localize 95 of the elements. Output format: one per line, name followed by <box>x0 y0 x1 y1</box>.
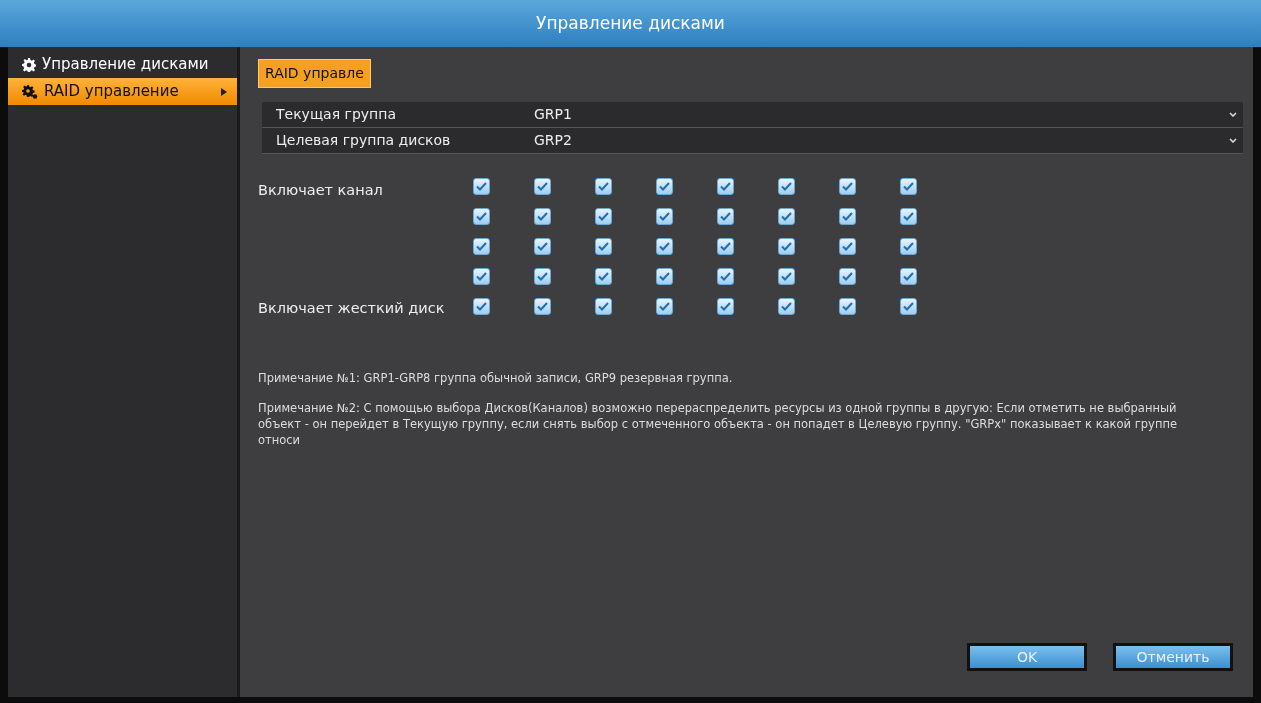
checkmark-icon <box>842 242 853 251</box>
checkbox[interactable] <box>656 178 673 195</box>
checkmark-icon <box>903 242 914 251</box>
checkmark-icon <box>781 272 792 281</box>
checkbox[interactable] <box>595 178 612 195</box>
note-text: Примечание №1: GRP1-GRP8 группа обычной записи, GRP9 резервная группа. <box>258 370 734 386</box>
checkbox[interactable] <box>900 208 917 225</box>
checkmark-icon <box>537 302 548 311</box>
checkbox[interactable] <box>839 298 856 315</box>
checkbox[interactable] <box>534 208 551 225</box>
checkmark-icon <box>903 302 914 311</box>
checkbox[interactable] <box>656 268 673 285</box>
window-title: Управление дисками <box>0 0 1261 47</box>
gear-icon <box>22 57 36 72</box>
gear-icon <box>22 84 38 99</box>
checkbox[interactable] <box>534 238 551 255</box>
checkbox[interactable] <box>839 238 856 255</box>
checkmark-icon <box>720 302 731 311</box>
checkmark-icon <box>476 272 487 281</box>
checkmark-icon <box>659 182 670 191</box>
checkmark-icon <box>537 242 548 251</box>
checkbox[interactable] <box>900 238 917 255</box>
checkbox[interactable] <box>717 268 734 285</box>
checkbox[interactable] <box>900 298 917 315</box>
checkmark-icon <box>903 182 914 191</box>
checkmark-icon <box>842 212 853 221</box>
checkmark-icon <box>598 182 609 191</box>
checkbox[interactable] <box>473 178 490 195</box>
checkmark-icon <box>720 212 731 221</box>
checkmark-icon <box>598 242 609 251</box>
checkbox[interactable] <box>717 298 734 315</box>
checkmark-icon <box>476 212 487 221</box>
checkbox[interactable] <box>778 208 795 225</box>
checkmark-icon <box>659 272 670 281</box>
checkbox[interactable] <box>534 268 551 285</box>
sidebar-item[interactable]: Управление дисками <box>8 51 237 78</box>
checkmark-icon <box>720 272 731 281</box>
checkmark-icon <box>598 212 609 221</box>
checkmark-icon <box>842 302 853 311</box>
checkbox[interactable] <box>656 238 673 255</box>
checkbox[interactable] <box>778 238 795 255</box>
checkmark-icon <box>598 272 609 281</box>
checkmark-icon <box>720 182 731 191</box>
checkmark-icon <box>720 242 731 251</box>
checkbox[interactable] <box>595 208 612 225</box>
checkmark-icon <box>903 212 914 221</box>
checkbox[interactable] <box>656 298 673 315</box>
checkbox[interactable] <box>595 298 612 315</box>
checkmark-icon <box>659 212 670 221</box>
checkbox[interactable] <box>534 178 551 195</box>
checkbox[interactable] <box>473 238 490 255</box>
checkmark-icon <box>659 242 670 251</box>
sidebar-item[interactable]: RAID управление <box>8 78 237 105</box>
checkbox[interactable] <box>900 178 917 195</box>
checkmark-icon <box>842 272 853 281</box>
checkmark-icon <box>781 182 792 191</box>
checkbox[interactable] <box>778 268 795 285</box>
checkmark-icon <box>476 242 487 251</box>
checkbox[interactable] <box>717 238 734 255</box>
checkmark-icon <box>537 272 548 281</box>
checkmark-icon <box>476 182 487 191</box>
checkmark-icon <box>781 302 792 311</box>
field-label: Включает жесткий диск <box>258 299 446 319</box>
checkbox[interactable] <box>839 178 856 195</box>
checkbox[interactable] <box>473 298 490 315</box>
checkmark-icon <box>781 212 792 221</box>
checkbox[interactable] <box>900 268 917 285</box>
checkbox[interactable] <box>595 268 612 285</box>
checkmark-icon <box>537 212 548 221</box>
dropdown-field[interactable]: Целевая группа дисков GRP2 <box>262 128 1243 154</box>
checkbox[interactable] <box>595 238 612 255</box>
checkbox[interactable] <box>778 178 795 195</box>
checkmark-icon <box>598 302 609 311</box>
caret-icon <box>221 87 227 96</box>
checkmark-icon <box>659 302 670 311</box>
chevron-icon <box>1229 138 1237 143</box>
checkbox[interactable] <box>778 298 795 315</box>
note-text: Примечание №2: С помощью выбора Дисков(Каналов) возможно перераспределить ресурсы из одной группы в другую: Если отметить не выбранный объект - он перейдет в Текущую группу, если снять выбор с отмеченного объекта - он попадет в Целевую группу. "GRPx" показывает к какой группе относи <box>258 400 1178 448</box>
checkbox[interactable] <box>473 268 490 285</box>
checkbox[interactable] <box>839 208 856 225</box>
checkbox[interactable] <box>717 208 734 225</box>
checkbox[interactable] <box>656 208 673 225</box>
checkmark-icon <box>537 182 548 191</box>
checkbox[interactable] <box>473 208 490 225</box>
checkbox[interactable] <box>717 178 734 195</box>
checkmark-icon <box>842 182 853 191</box>
field-label: Включает канал <box>258 181 384 200</box>
checkmark-icon <box>781 242 792 251</box>
checkmark-icon <box>476 302 487 311</box>
checkbox[interactable] <box>839 268 856 285</box>
dropdown-field[interactable]: Текущая группа GRP1 <box>262 102 1243 128</box>
checkbox[interactable] <box>534 298 551 315</box>
chevron-icon <box>1229 112 1237 117</box>
tab[interactable]: RAID управле <box>258 59 371 88</box>
checkmark-icon <box>903 272 914 281</box>
